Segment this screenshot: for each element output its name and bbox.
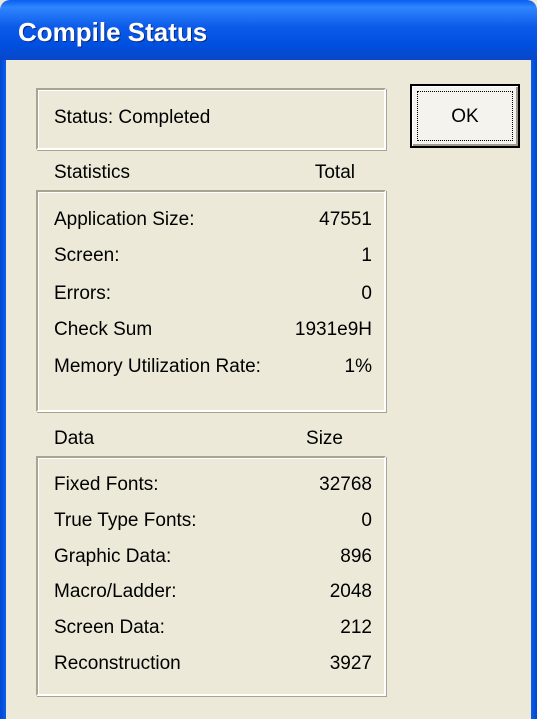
window-frame-right (531, 60, 537, 719)
data-value: 3927 (329, 653, 372, 674)
statistics-total-header: Total (314, 162, 355, 183)
ok-button[interactable]: OK (410, 84, 520, 148)
window-title: Compile Status (18, 17, 208, 47)
data-label: Graphic Data: (54, 546, 172, 567)
ok-button-label: OK (451, 106, 479, 127)
window-frame-left (0, 60, 6, 719)
data-value: 32768 (319, 474, 372, 495)
data-value: 212 (340, 617, 372, 638)
data-label: Macro/Ladder: (54, 581, 177, 602)
title-bar[interactable]: Compile Status (0, 0, 537, 60)
data-value: 0 (361, 510, 372, 531)
stat-label: Memory Utilization Rate: (54, 356, 261, 377)
stat-label: Errors: (54, 283, 111, 304)
statistics-header: Statistics (54, 162, 131, 183)
data-label: Fixed Fonts: (54, 474, 159, 495)
stat-value: 0 (361, 283, 372, 304)
data-value: 896 (340, 546, 372, 567)
data-value: 2048 (329, 581, 372, 602)
stat-label: Application Size: (54, 209, 195, 230)
data-size-header: Size (306, 428, 343, 449)
data-header: Data (54, 428, 95, 449)
data-label: Screen Data: (54, 617, 165, 638)
status-text: Status: Completed (54, 107, 211, 128)
stat-label: Check Sum (54, 319, 153, 340)
data-label: True Type Fonts: (54, 510, 197, 531)
stat-value: 1931e9H (294, 319, 372, 340)
stat-value: 1% (344, 356, 372, 377)
stat-label: Screen: (54, 245, 120, 266)
data-label: Reconstruction (54, 653, 181, 674)
stat-value: 47551 (319, 209, 372, 230)
stat-value: 1 (361, 245, 372, 266)
